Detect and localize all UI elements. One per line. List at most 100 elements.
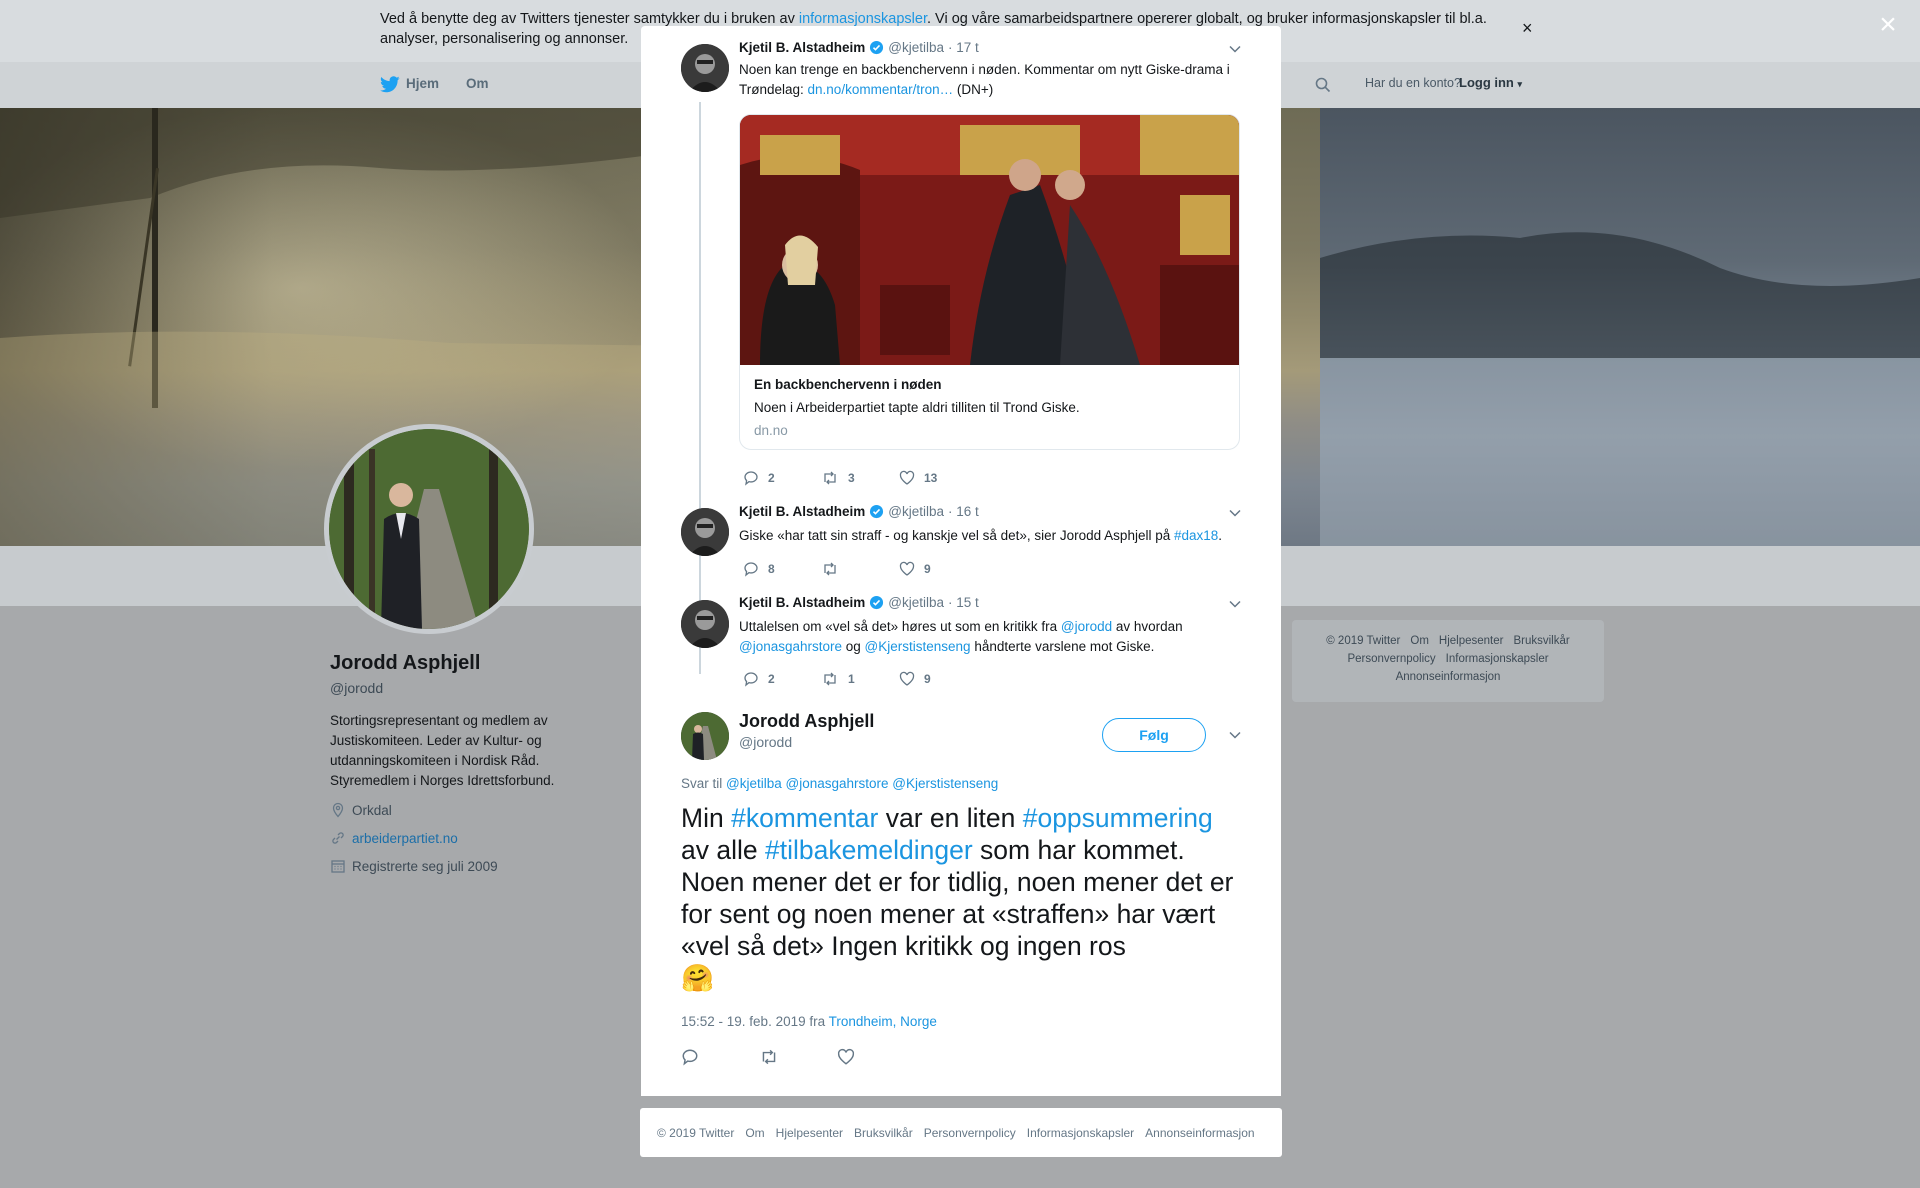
login-label: Logg inn (1459, 75, 1514, 90)
link-card[interactable]: En backbenchervenn i nøden Noen i Arbeid… (739, 114, 1240, 450)
follow-button[interactable]: Følg (1102, 718, 1206, 752)
side-footer-terms[interactable]: Bruksvilkår (1513, 635, 1569, 647)
footer-help[interactable]: Hjelpesenter (776, 1126, 843, 1140)
chevron-down-icon[interactable] (1229, 506, 1241, 520)
tweet-avatar[interactable] (681, 44, 729, 92)
mention-link[interactable]: @jonasgahrstore (786, 776, 889, 791)
like-action[interactable]: 13 (899, 470, 977, 486)
tweet-author-handle[interactable]: @kjetilba (888, 40, 944, 55)
tweet-link[interactable]: dn.no/kommentar/tron… (808, 82, 954, 97)
like-action[interactable] (837, 1048, 915, 1066)
hugging-face-emoji: 🤗 (681, 963, 714, 993)
footer-cookies[interactable]: Informasjonskapsler (1027, 1126, 1134, 1140)
modal-close-button[interactable]: × (1873, 10, 1903, 40)
like-action[interactable]: 9 (899, 671, 977, 687)
tweet-header: Kjetil B. Alstadheim @kjetilba · 15 t (739, 595, 979, 610)
tweet-text: Uttalelsen om «vel så det» høres ut som … (739, 617, 1244, 657)
tweet-author-name[interactable]: Kjetil B. Alstadheim (739, 595, 865, 610)
hashtag-link[interactable]: #oppsummering (1023, 803, 1213, 833)
profile-website-link[interactable]: arbeiderpartiet.no (352, 831, 458, 846)
hashtag-link[interactable]: #dax18 (1174, 528, 1218, 543)
tweet-author-name[interactable]: Kjetil B. Alstadheim (739, 504, 865, 519)
retweet-count: 1 (848, 672, 855, 686)
side-footer-about[interactable]: Om (1410, 635, 1429, 647)
tweet-avatar[interactable] (681, 508, 729, 556)
retweet-action[interactable] (759, 1048, 837, 1066)
card-title: En backbenchervenn i nøden (754, 377, 942, 392)
side-footer-ads-info[interactable]: Annonseinformasjon (1396, 671, 1501, 683)
tweet-time[interactable]: · 17 t (948, 40, 979, 55)
tweet-modal: Kjetil B. Alstadheim @kjetilba · 17 t No… (641, 26, 1281, 1096)
profile-location: Orkdal (352, 802, 392, 818)
hashtag-link[interactable]: #tilbakemeldinger (765, 835, 973, 865)
reply-action[interactable]: 2 (743, 470, 821, 486)
caret-down-icon: ▾ (1517, 79, 1523, 89)
banner-forest-illustration (1320, 232, 1920, 546)
reply-action[interactable]: 2 (743, 671, 821, 687)
like-action[interactable]: 9 (899, 561, 977, 577)
profile-handle: @jorodd (330, 680, 384, 696)
mention-link[interactable]: @jonasgahrstore (739, 639, 842, 654)
side-footer-cookies[interactable]: Informasjonskapsler (1446, 653, 1549, 665)
cookie-text-before: Ved å benytte deg av Twitters tjenester … (380, 11, 799, 27)
search-icon[interactable] (1315, 77, 1331, 98)
tweet-author-handle[interactable]: @kjetilba (888, 504, 944, 519)
hashtag-link[interactable]: #kommentar (731, 803, 878, 833)
tweet-time[interactable]: · 16 t (948, 504, 979, 519)
footer-privacy[interactable]: Personvernpolicy (924, 1126, 1016, 1140)
timestamp-text[interactable]: 15:52 - 19. feb. 2019 fra (681, 1014, 829, 1029)
tweet-text: Giske «har tatt sin straff - og kanskje … (739, 526, 1244, 546)
retweet-count: 3 (848, 471, 855, 485)
heart-icon (899, 561, 915, 576)
footer-ads-info[interactable]: Annonseinformasjon (1145, 1126, 1254, 1140)
place-link[interactable]: Trondheim, Norge (829, 1014, 937, 1029)
main-tweet-author-name[interactable]: Jorodd Asphjell (739, 711, 874, 732)
nav-about-link[interactable]: Om (466, 76, 489, 91)
tweet-actions: 8 9 (743, 561, 977, 577)
retweet-icon (824, 471, 836, 485)
footer-terms[interactable]: Bruksvilkår (854, 1126, 913, 1140)
main-tweet-author-handle[interactable]: @jorodd (739, 734, 792, 750)
retweet-action[interactable]: 3 (821, 470, 899, 486)
reply-icon (682, 1049, 698, 1066)
main-tweet-text: Min #kommentar var en liten #oppsummerin… (681, 802, 1246, 994)
chevron-down-icon[interactable] (1229, 728, 1241, 742)
chevron-down-icon[interactable] (1229, 42, 1241, 56)
mention-link[interactable]: @jorodd (1061, 619, 1112, 634)
side-footer-help[interactable]: Hjelpesenter (1439, 635, 1504, 647)
chevron-down-icon[interactable] (1229, 597, 1241, 611)
card-description: Noen i Arbeiderpartiet tapte aldri tilli… (754, 400, 1080, 415)
tweet-avatar[interactable] (681, 600, 729, 648)
tweet-author-name[interactable]: Kjetil B. Alstadheim (739, 40, 865, 55)
mention-link[interactable]: @kjetilba (726, 776, 782, 791)
side-footer-privacy[interactable]: Personvernpolicy (1347, 653, 1435, 665)
profile-avatar[interactable] (324, 424, 534, 634)
retweet-action[interactable]: 1 (821, 671, 899, 687)
login-link[interactable]: Logg inn ▾ (1459, 75, 1522, 90)
twitter-bird-icon[interactable] (380, 76, 400, 98)
footer-copyright: © 2019 Twitter (657, 1125, 735, 1140)
tweet-actions: 2 1 9 (743, 671, 977, 687)
tweet-text-part: av hvordan (1112, 619, 1183, 634)
profile-location-row: Orkdal (330, 802, 392, 818)
reply-action[interactable]: 8 (743, 561, 821, 577)
tweet-header: Kjetil B. Alstadheim @kjetilba · 16 t (739, 504, 979, 519)
mention-link[interactable]: @Kjerstistenseng (892, 776, 998, 791)
mention-link[interactable]: @Kjerstistenseng (865, 639, 971, 654)
main-text-part: var en liten (878, 803, 1023, 833)
profile-name: Jorodd Asphjell (330, 652, 481, 674)
tweet-time[interactable]: · 15 t (948, 595, 979, 610)
main-tweet-avatar[interactable] (681, 712, 729, 760)
reply-icon (744, 672, 758, 687)
reply-action[interactable] (681, 1048, 759, 1066)
retweet-icon (824, 562, 836, 576)
footer-about[interactable]: Om (745, 1126, 764, 1140)
cookie-link[interactable]: informasjonskapsler (799, 11, 927, 27)
tweet-text-part: Giske «har tatt sin straff - og kanskje … (739, 528, 1174, 543)
retweet-action[interactable] (821, 561, 899, 577)
tweet-author-handle[interactable]: @kjetilba (888, 595, 944, 610)
profile-bio: Stortingsrepresentant og medlem av Justi… (330, 713, 555, 788)
like-count: 13 (924, 471, 938, 485)
nav-home-link[interactable]: Hjem (406, 76, 439, 91)
cookie-close-button[interactable]: × (1522, 18, 1533, 39)
